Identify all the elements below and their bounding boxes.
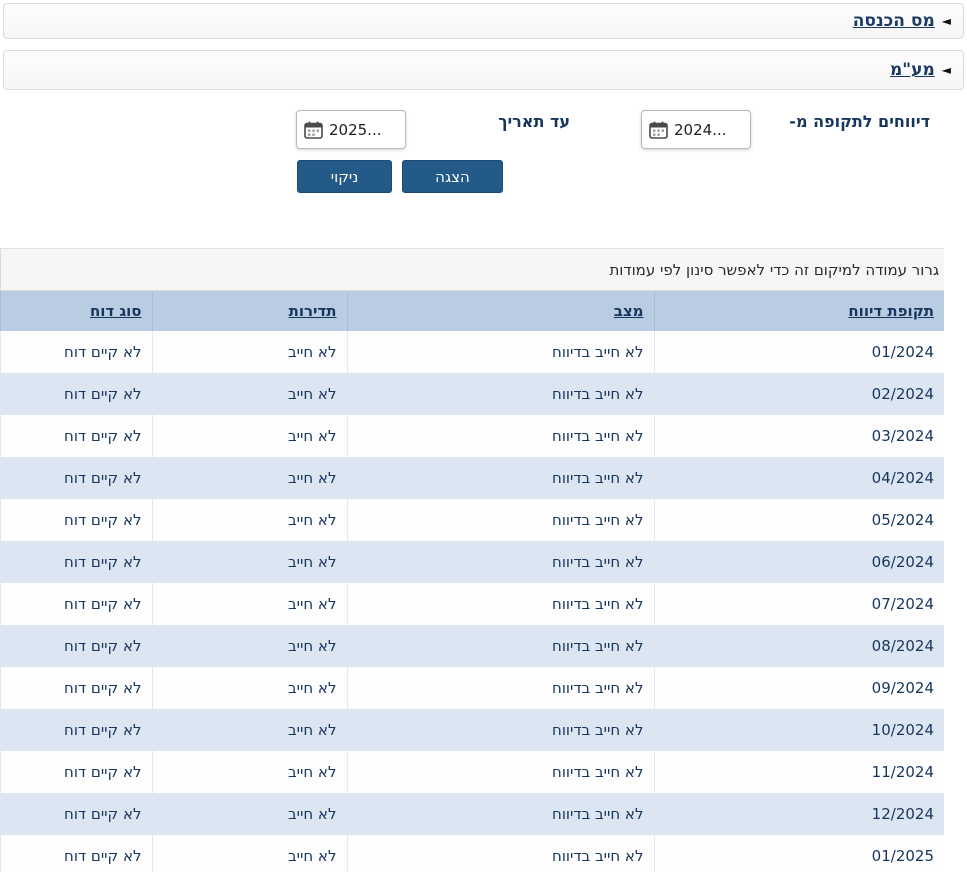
collapse-arrow-icon: ◄ [941,63,951,77]
cell-frequency: לא חייב [151,541,347,583]
cell-status: לא חייב בדיווח [346,667,654,709]
cell-status: לא חייב בדיווח [346,793,654,835]
section-vat-link[interactable]: מע"מ [890,60,935,80]
cell-report-type: לא קיים דוח [0,373,152,415]
cell-period: 07/2024 [653,583,944,625]
cell-status: לא חייב בדיווח [346,541,654,583]
reports-table: תקופת דיווח מצב תדירות סוג דוח 01/2024 לא… [0,291,944,872]
cell-report-type: לא קיים דוח [0,499,152,541]
cell-frequency: לא חייב [151,415,347,457]
table-body: 01/2024 לא חייב בדיווח לא חייב לא קיים דוח 0… [0,331,944,872]
cell-period: 11/2024 [653,751,944,793]
cell-frequency: לא חייב [151,667,347,709]
from-date-input[interactable]: 2024... [641,110,751,149]
cell-period: 06/2024 [653,541,944,583]
to-date-input[interactable]: 2025... [296,110,406,149]
from-date-value: 2024... [674,120,727,139]
table-header-row: תקופת דיווח מצב תדירות סוג דוח [0,291,944,331]
table-row: 06/2024 לא חייב בדיווח לא חייב לא קיים דוח [0,541,944,583]
cell-period: 05/2024 [653,499,944,541]
cell-period: 01/2024 [653,331,944,373]
to-date-value: 2025... [329,120,382,139]
cell-frequency: לא חייב [151,835,347,872]
cell-period: 02/2024 [653,373,944,415]
cell-period: 04/2024 [653,457,944,499]
cell-period: 01/2025 [653,835,944,872]
vat-reports-page: ◄ מס הכנסה ◄ מע"מ דיווחים לתקופה מ- 2024… [0,0,967,872]
cell-report-type: לא קיים דוח [0,835,152,872]
cell-status: לא חייב בדיווח [346,625,654,667]
column-header-frequency[interactable]: תדירות [151,291,347,331]
table-row: 11/2024 לא חייב בדיווח לא חייב לא קיים דוח [0,751,944,793]
cell-period: 10/2024 [653,709,944,751]
cell-frequency: לא חייב [151,331,347,373]
cell-period: 12/2024 [653,793,944,835]
collapse-arrow-icon: ◄ [941,14,951,28]
to-date-label: עד תאריך [498,112,570,131]
cell-frequency: לא חייב [151,457,347,499]
cell-frequency: לא חייב [151,709,347,751]
cell-frequency: לא חייב [151,583,347,625]
cell-report-type: לא קיים דוח [0,625,152,667]
cell-status: לא חייב בדיווח [346,373,654,415]
cell-frequency: לא חייב [151,499,347,541]
cell-period: 08/2024 [653,625,944,667]
cell-period: 03/2024 [653,415,944,457]
cell-status: לא חייב בדיווח [346,751,654,793]
cell-report-type: לא קיים דוח [0,667,152,709]
table-row: 05/2024 לא חייב בדיווח לא חייב לא קיים דוח [0,499,944,541]
table-row: 01/2025 לא חייב בדיווח לא חייב לא קיים דוח [0,835,944,872]
from-date-label: דיווחים לתקופה מ- [789,112,930,131]
table-row: 09/2024 לא חייב בדיווח לא חייב לא קיים דוח [0,667,944,709]
calendar-icon[interactable] [304,121,323,139]
column-header-status[interactable]: מצב [346,291,654,331]
table-row: 03/2024 לא חייב בדיווח לא חייב לא קיים דוח [0,415,944,457]
table-row: 01/2024 לא חייב בדיווח לא חייב לא קיים דוח [0,331,944,373]
calendar-icon[interactable] [649,121,668,139]
cell-period: 09/2024 [653,667,944,709]
cell-report-type: לא קיים דוח [0,415,152,457]
cell-report-type: לא קיים דוח [0,541,152,583]
cell-frequency: לא חייב [151,625,347,667]
table-row: 07/2024 לא חייב בדיווח לא חייב לא קיים דוח [0,583,944,625]
cell-report-type: לא קיים דוח [0,457,152,499]
cell-report-type: לא קיים דוח [0,331,152,373]
cell-status: לא חייב בדיווח [346,835,654,872]
table-row: 04/2024 לא חייב בדיווח לא חייב לא קיים דוח [0,457,944,499]
cell-status: לא חייב בדיווח [346,709,654,751]
column-header-report-type[interactable]: סוג דוח [0,291,152,331]
cell-report-type: לא קיים דוח [0,751,152,793]
cell-status: לא חייב בדיווח [346,457,654,499]
cell-report-type: לא קיים דוח [0,709,152,751]
cell-frequency: לא חייב [151,373,347,415]
section-income-tax-link[interactable]: מס הכנסה [853,11,935,31]
reports-grid: גרור עמודה למיקום זה כדי לאפשר סינון לפי… [0,248,944,872]
column-header-period[interactable]: תקופת דיווח [653,291,944,331]
cell-report-type: לא קיים דוח [0,793,152,835]
cell-status: לא חייב בדיווח [346,583,654,625]
cell-frequency: לא חייב [151,793,347,835]
table-row: 08/2024 לא חייב בדיווח לא חייב לא קיים דוח [0,625,944,667]
cell-status: לא חייב בדיווח [346,415,654,457]
table-row: 02/2024 לא חייב בדיווח לא חייב לא קיים דוח [0,373,944,415]
show-button[interactable]: הצגה [402,160,503,193]
section-vat[interactable]: ◄ מע"מ [3,50,964,90]
table-row: 12/2024 לא חייב בדיווח לא חייב לא קיים דוח [0,793,944,835]
column-group-drop-zone[interactable]: גרור עמודה למיקום זה כדי לאפשר סינון לפי… [1,249,944,291]
cell-status: לא חייב בדיווח [346,499,654,541]
cell-report-type: לא קיים דוח [0,583,152,625]
cell-frequency: לא חייב [151,751,347,793]
table-row: 10/2024 לא חייב בדיווח לא חייב לא קיים דוח [0,709,944,751]
section-income-tax[interactable]: ◄ מס הכנסה [3,3,964,39]
clear-button[interactable]: ניקוי [297,160,392,193]
cell-status: לא חייב בדיווח [346,331,654,373]
